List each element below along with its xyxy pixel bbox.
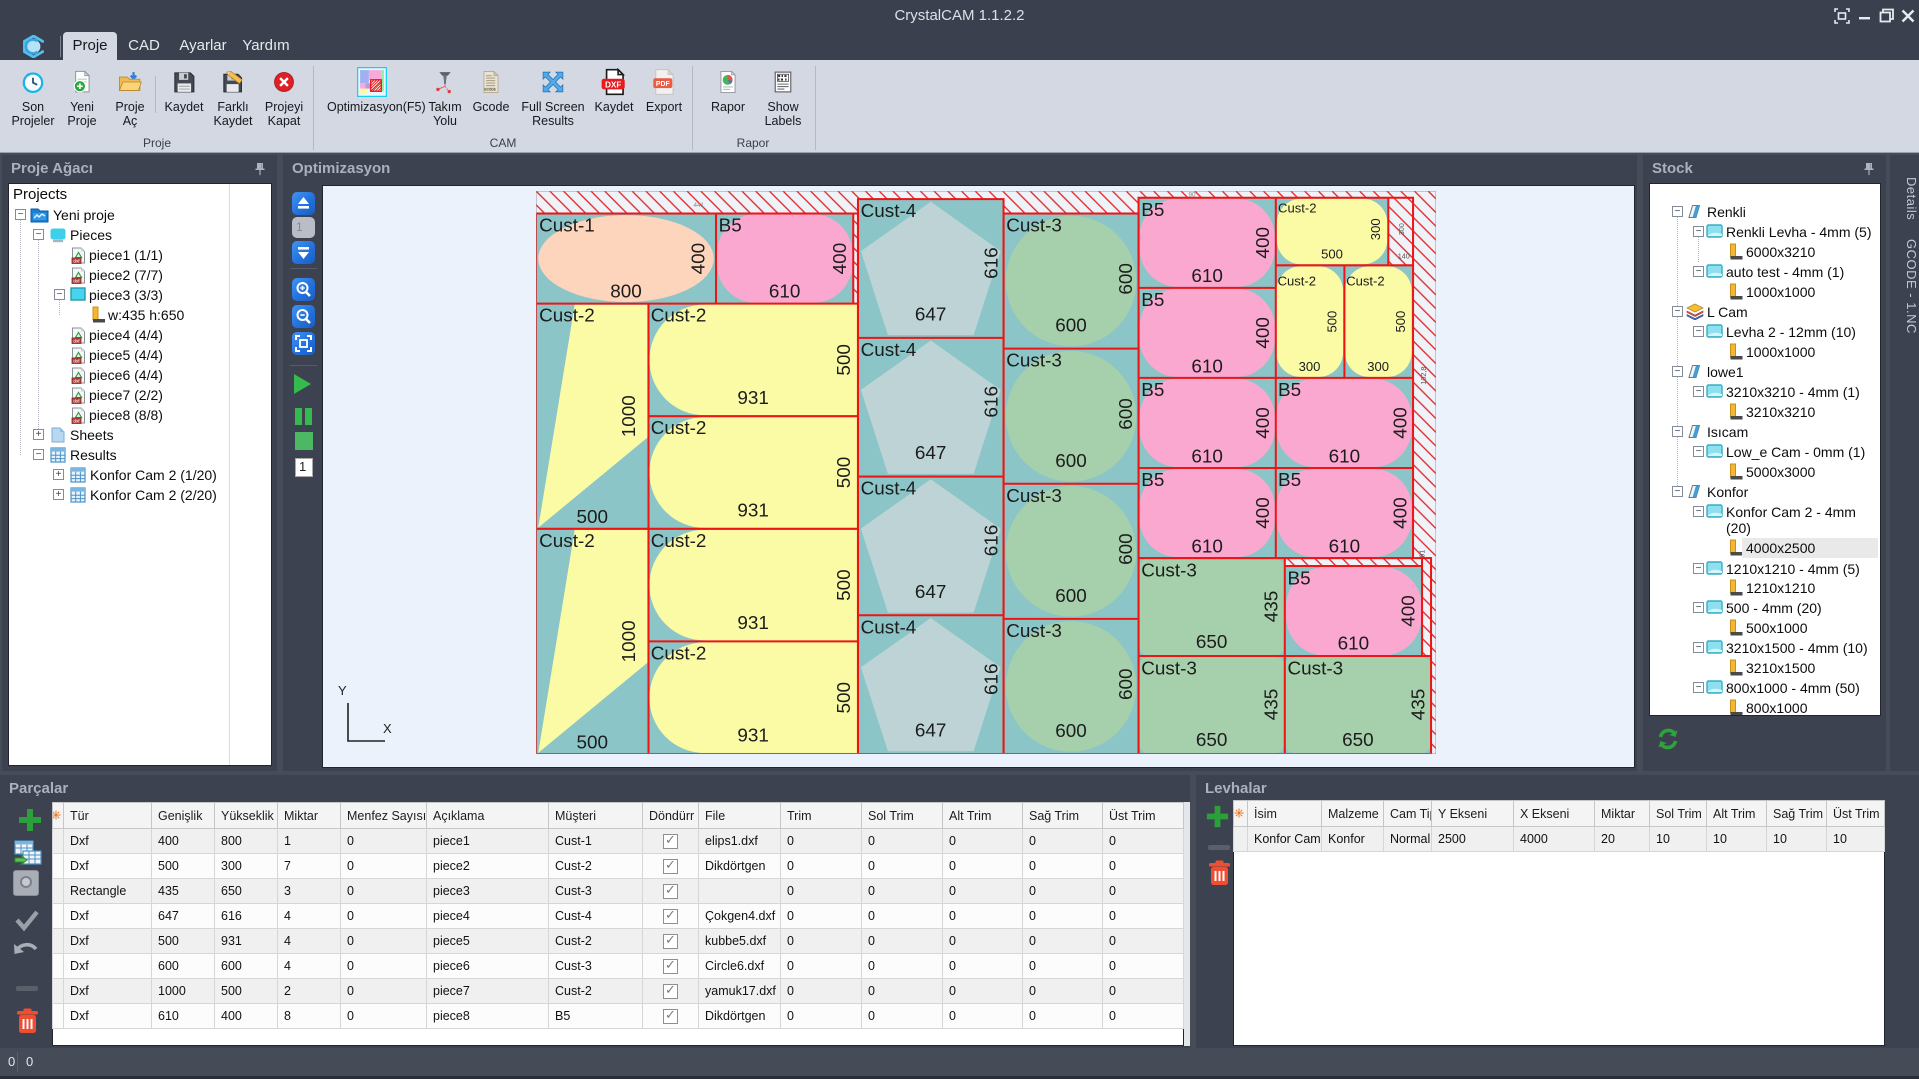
svg-text:500: 500 [1325,311,1340,333]
svg-text:B5: B5 [1278,470,1301,491]
svg-text:GCODE: GCODE [484,87,497,91]
svg-text:300: 300 [1397,223,1406,235]
svg-text:Y: Y [338,683,347,698]
svg-text:B5: B5 [1288,569,1311,590]
svg-text:B5: B5 [1278,380,1301,401]
svg-text:400: 400 [830,243,851,275]
svg-text:1000: 1000 [619,620,640,662]
svg-text:610: 610 [1329,446,1361,467]
svg-text:X: X [383,721,392,736]
svg-text:500: 500 [834,682,855,714]
svg-text:600: 600 [1116,668,1137,700]
svg-text:600: 600 [1116,533,1137,565]
svg-text:140: 140 [1398,252,1410,261]
svg-text:90: 90 [1189,192,1196,199]
svg-text:B5: B5 [1141,380,1164,401]
svg-text:610: 610 [1191,356,1223,377]
svg-text:B5: B5 [1141,290,1164,311]
svg-text:650: 650 [1342,730,1374,751]
svg-text:500: 500 [834,569,855,601]
svg-text:441: 441 [694,202,705,209]
svg-text:B5: B5 [1141,200,1164,221]
svg-text:Cust-3: Cust-3 [1006,216,1062,237]
svg-text:500: 500 [576,507,608,528]
svg-text:400: 400 [1253,227,1274,259]
svg-text:Cust-4: Cust-4 [861,201,917,222]
svg-text:610: 610 [1329,536,1361,557]
svg-text:Cust-2: Cust-2 [539,531,595,552]
svg-text:616: 616 [982,663,1003,695]
svg-text:647: 647 [915,304,947,325]
svg-text:500: 500 [834,457,855,489]
svg-text:600: 600 [1055,451,1087,472]
svg-text:Cust-3: Cust-3 [1006,486,1062,507]
svg-text:610: 610 [1191,536,1223,557]
svg-text:1000: 1000 [619,395,640,437]
svg-text:B5: B5 [1141,470,1164,491]
svg-text:500: 500 [1321,247,1343,262]
svg-text:300: 300 [1368,218,1383,240]
svg-text:Cust-2: Cust-2 [539,306,595,327]
svg-text:610: 610 [1191,266,1223,287]
svg-text:Cust-4: Cust-4 [861,617,917,638]
svg-text:616: 616 [982,386,1003,418]
svg-text:102,8: 102,8 [1419,367,1428,385]
svg-text:647: 647 [915,443,947,464]
svg-text:Cust-2: Cust-2 [1278,274,1316,289]
svg-text:600: 600 [1055,721,1087,742]
svg-text:Cust-2: Cust-2 [651,531,707,552]
svg-text:647: 647 [915,721,947,742]
svg-text:931: 931 [737,613,769,634]
svg-text:610: 610 [769,281,801,302]
svg-text:Cust-3: Cust-3 [1141,658,1197,679]
svg-text:Cust-4: Cust-4 [861,340,917,361]
svg-text:Cust-2: Cust-2 [651,418,707,439]
svg-text:400: 400 [1253,407,1274,439]
svg-text:650: 650 [1196,632,1228,653]
svg-text:91: 91 [1417,550,1426,558]
svg-text:Cust-2: Cust-2 [1278,200,1316,215]
svg-text:435: 435 [1261,591,1282,623]
svg-text:600: 600 [1116,263,1137,295]
svg-text:610: 610 [1191,446,1223,467]
svg-text:DXF: DXF [605,80,621,89]
svg-text:616: 616 [982,247,1003,279]
svg-text:400: 400 [1253,317,1274,349]
svg-text:Cust-2: Cust-2 [1346,274,1384,289]
svg-text:600: 600 [1055,316,1087,337]
svg-text:Cust-3: Cust-3 [1288,658,1344,679]
svg-text:Cust-3: Cust-3 [1141,561,1197,582]
svg-text:400: 400 [1390,497,1411,529]
svg-text:931: 931 [737,388,769,409]
svg-text:500: 500 [1393,311,1408,333]
svg-text:Cust-3: Cust-3 [1006,351,1062,372]
svg-text:Cust-2: Cust-2 [651,306,707,327]
svg-text:600: 600 [1055,586,1087,607]
svg-text:300: 300 [1299,359,1321,374]
svg-text:931: 931 [737,726,769,747]
svg-text:616: 616 [982,525,1003,557]
svg-text:650: 650 [1196,730,1228,751]
svg-text:800: 800 [610,281,642,302]
svg-text:Cust-1: Cust-1 [539,216,595,237]
svg-text:400: 400 [1390,407,1411,439]
svg-text:PDF: PDF [656,81,670,88]
svg-text:435: 435 [1261,689,1282,721]
svg-text:300: 300 [1367,359,1389,374]
svg-text:B5: B5 [719,216,742,237]
svg-text:Cust-3: Cust-3 [1006,621,1062,642]
svg-text:435: 435 [1409,689,1430,721]
svg-text:610: 610 [1338,633,1370,654]
svg-text:500: 500 [576,732,608,753]
svg-text:400: 400 [688,243,709,275]
svg-text:600: 600 [1116,398,1137,430]
svg-text:647: 647 [915,582,947,603]
svg-text:Cust-2: Cust-2 [651,643,707,664]
svg-text:500: 500 [834,344,855,376]
svg-text:931: 931 [737,500,769,521]
svg-text:Cust-4: Cust-4 [861,479,917,500]
svg-text:400: 400 [1399,595,1420,627]
svg-text:400: 400 [1253,497,1274,529]
